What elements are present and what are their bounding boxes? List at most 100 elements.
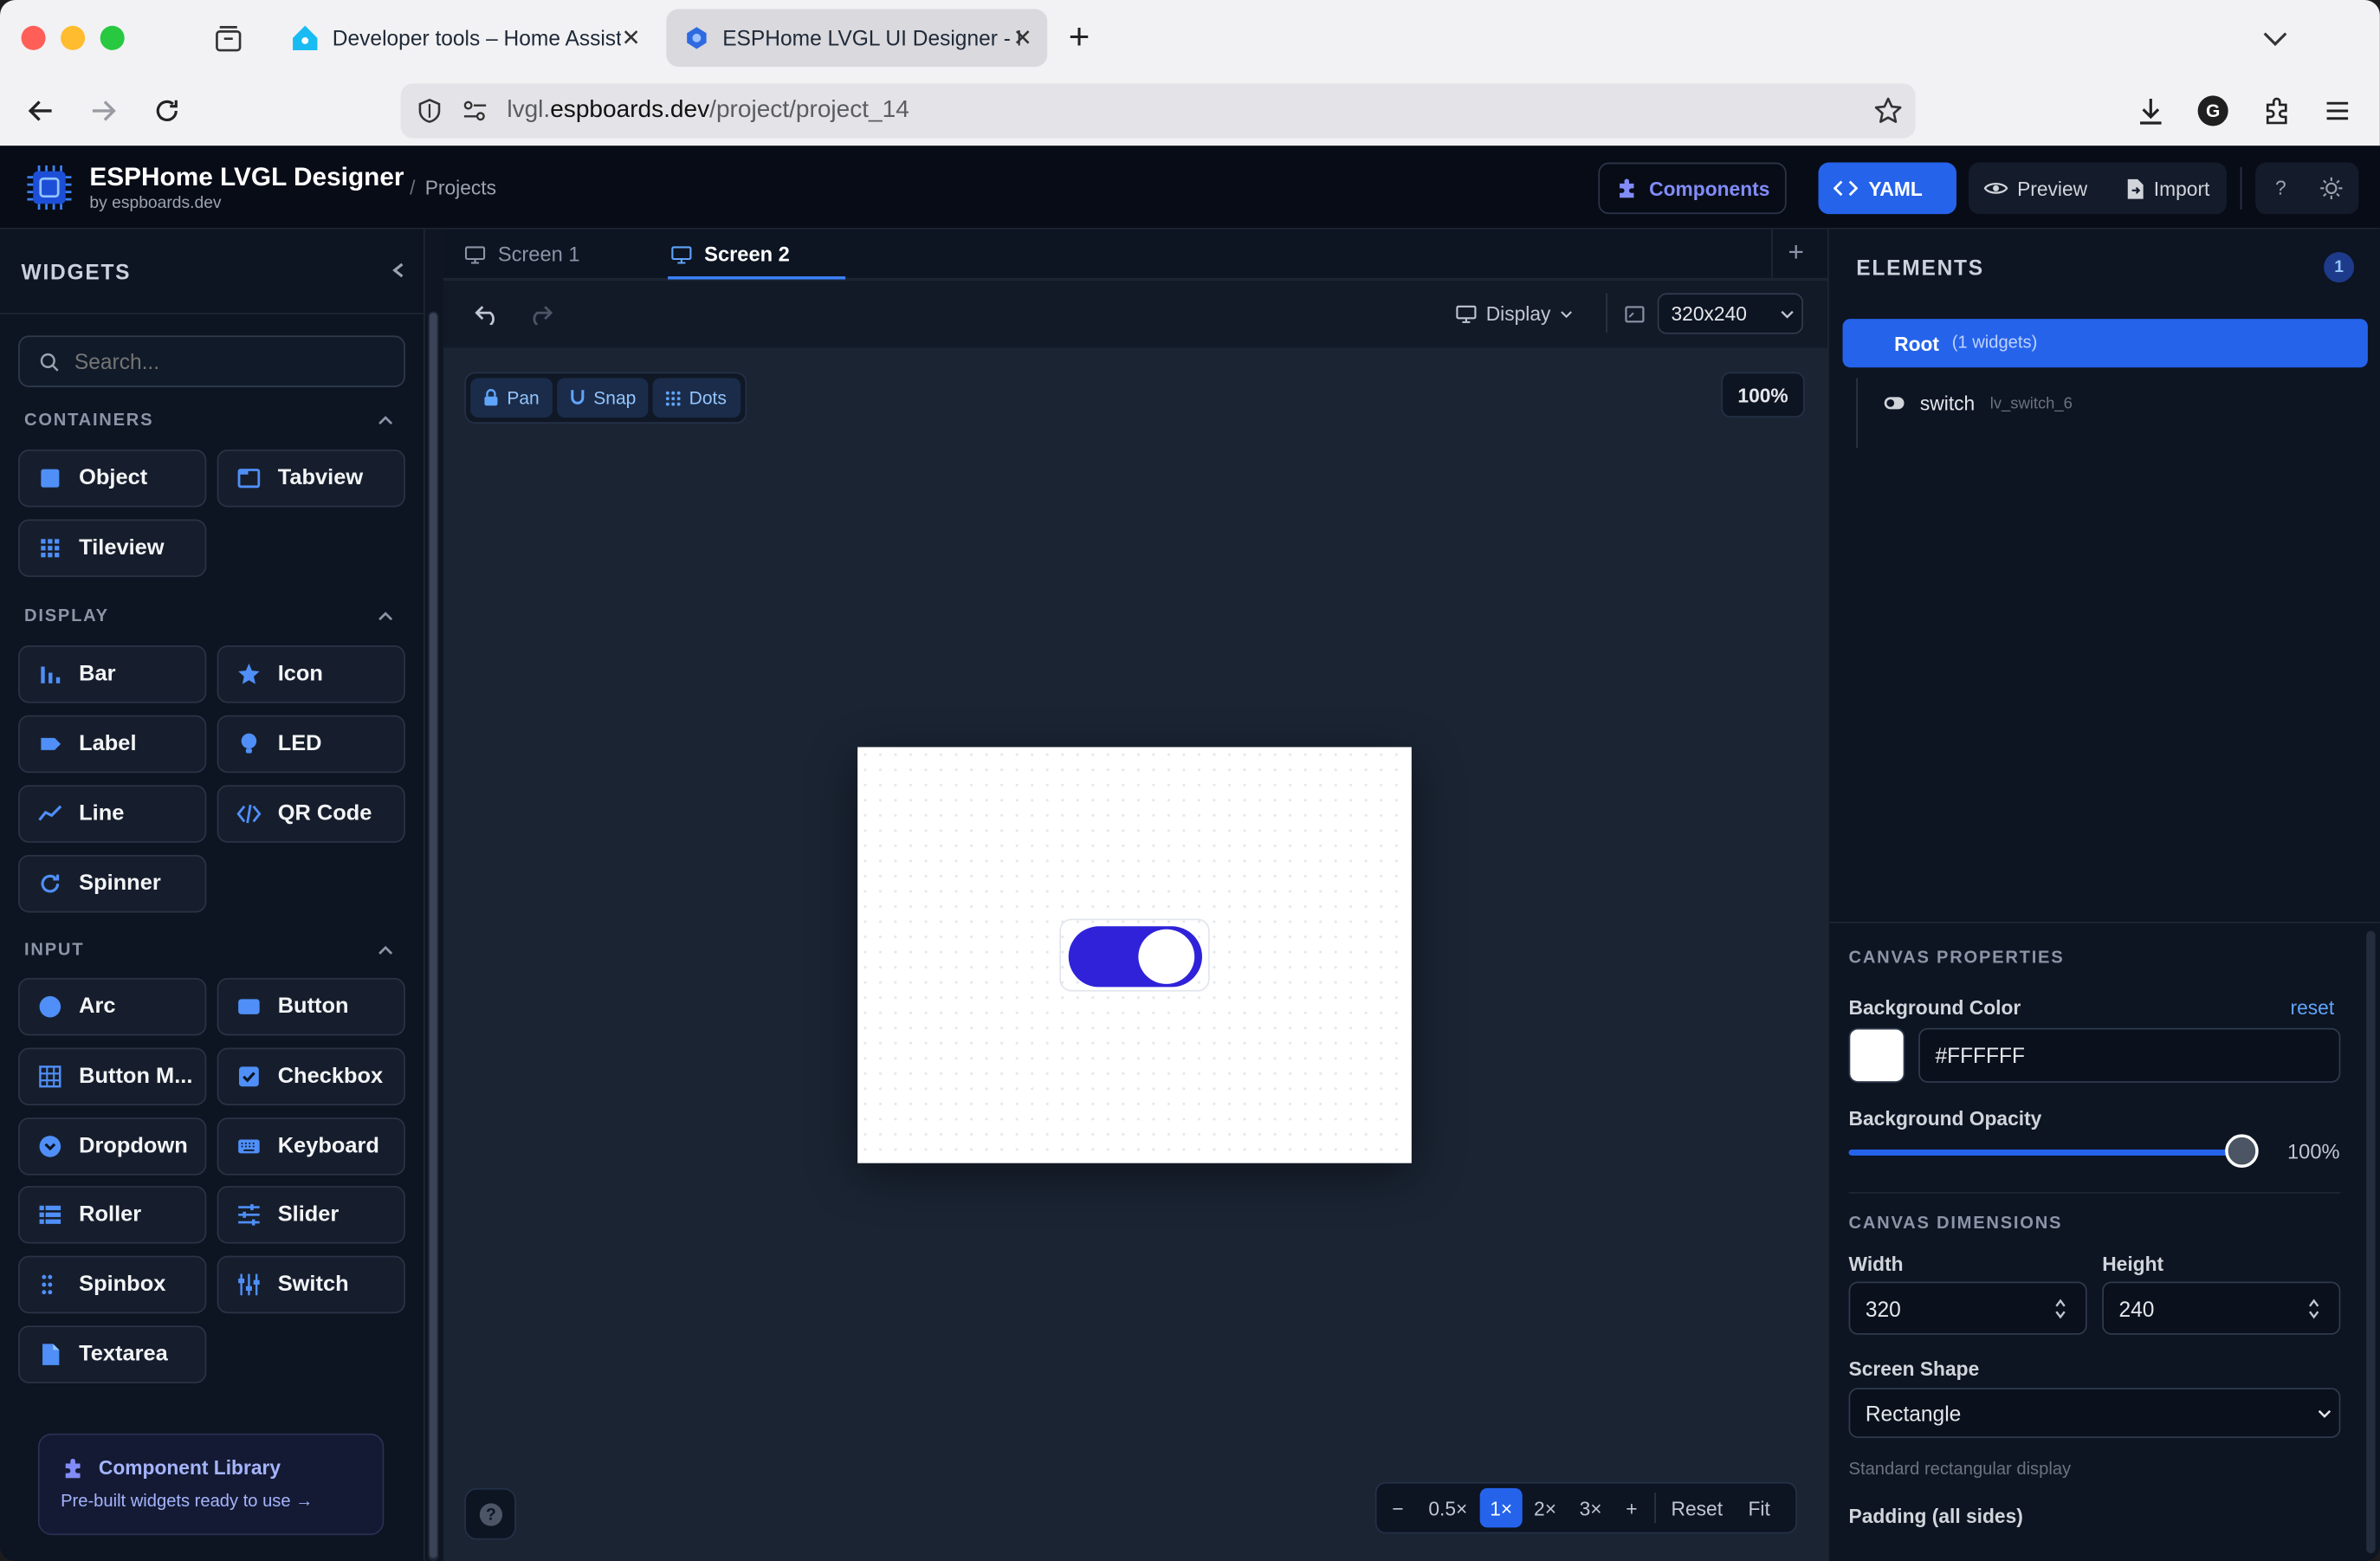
widget-led[interactable]: LED xyxy=(217,715,405,774)
widget-arc[interactable]: Arc xyxy=(18,977,207,1036)
widget-icon[interactable]: Icon xyxy=(217,644,405,703)
shield-icon[interactable] xyxy=(416,97,443,125)
site-permissions-icon[interactable] xyxy=(462,99,489,123)
widget-button-matrix[interactable]: Button M... xyxy=(18,1047,207,1106)
widget-button[interactable]: Button xyxy=(217,977,405,1036)
help-button[interactable]: ? xyxy=(2275,176,2286,198)
widget-dropdown[interactable]: Dropdown xyxy=(18,1117,207,1176)
browser-tab-lvgl-designer[interactable]: ESPHome LVGL UI Designer - Free ✕ xyxy=(666,9,1048,68)
collapse-sidebar-icon[interactable] xyxy=(390,261,408,279)
widget-line[interactable]: Line xyxy=(18,785,207,843)
zoom-0-5x-button[interactable]: 0.5× xyxy=(1420,1488,1475,1528)
device-screen[interactable] xyxy=(857,747,1412,1163)
extensions-puzzle-icon[interactable] xyxy=(2261,95,2292,126)
elements-title: ELEMENTS xyxy=(1856,255,1984,280)
zoom-fit-button[interactable]: Fit xyxy=(1738,1488,1781,1528)
tree-root-row[interactable]: Root (1 widgets) xyxy=(1842,319,2368,368)
widget-object[interactable]: Object xyxy=(18,449,207,508)
maximize-window-button[interactable] xyxy=(100,25,125,50)
line-icon xyxy=(38,805,62,821)
bg-color-swatch[interactable] xyxy=(1848,1027,1905,1083)
section-collapse-chevron-icon[interactable] xyxy=(378,944,393,956)
zoom-2x-button[interactable]: 2× xyxy=(1525,1488,1565,1528)
bg-opacity-slider-track[interactable] xyxy=(1848,1134,2259,1168)
zoom-3x-button[interactable]: 3× xyxy=(1571,1488,1611,1528)
forward-arrow-icon[interactable] xyxy=(88,95,119,126)
widget-label-item[interactable]: Label xyxy=(18,715,207,774)
yaml-button[interactable]: YAML xyxy=(1818,162,1956,215)
resolution-value: 320x240 xyxy=(1671,301,1747,326)
back-arrow-icon[interactable] xyxy=(26,95,56,126)
screen-shape-select[interactable]: Rectangle xyxy=(1848,1388,2341,1438)
stepper-icon[interactable] xyxy=(2307,1297,2321,1321)
search-input[interactable] xyxy=(74,346,378,377)
widget-bar[interactable]: Bar xyxy=(18,644,207,703)
widget-textarea[interactable]: Textarea xyxy=(18,1325,207,1383)
close-tab-icon[interactable]: ✕ xyxy=(1013,24,1032,52)
help-float-button[interactable]: ? xyxy=(464,1487,516,1540)
close-tab-icon[interactable]: ✕ xyxy=(622,24,641,52)
bookmark-star-icon[interactable] xyxy=(1873,95,1904,126)
widget-roller[interactable]: Roller xyxy=(18,1186,207,1244)
breadcrumb-projects[interactable]: Projects xyxy=(425,176,496,198)
width-input[interactable]: 320 xyxy=(1848,1281,2087,1335)
widget-label: Tabview xyxy=(277,466,364,491)
url-text: lvgl.espboards.dev/project/project_14 xyxy=(507,97,909,125)
import-button[interactable]: Import xyxy=(2116,177,2209,200)
tab-screen-2[interactable]: Screen 2 xyxy=(671,230,790,280)
reload-icon[interactable] xyxy=(152,95,182,126)
switch-widget-selection[interactable] xyxy=(1059,918,1210,992)
undo-icon[interactable] xyxy=(475,304,500,326)
widget-switch[interactable]: Switch xyxy=(217,1255,405,1314)
widget-slider[interactable]: Slider xyxy=(217,1186,405,1244)
menu-hamburger-icon[interactable] xyxy=(2324,97,2351,125)
preview-button[interactable]: Preview xyxy=(1969,177,2105,200)
widget-spinner[interactable]: Spinner xyxy=(18,854,207,913)
browser-tab-home-assistant[interactable]: Developer tools – Home Assistant ✕ xyxy=(273,10,656,68)
tab-overview-icon[interactable] xyxy=(214,24,243,53)
zoom-in-button[interactable]: + xyxy=(1616,1488,1646,1528)
reset-link[interactable]: reset xyxy=(2291,996,2335,1019)
display-selector[interactable]: Display xyxy=(1456,302,1572,325)
section-collapse-chevron-icon[interactable] xyxy=(378,415,393,427)
stepper-icon[interactable] xyxy=(2053,1297,2067,1321)
height-input[interactable]: 240 xyxy=(2102,1281,2341,1335)
tree-item-switch[interactable]: switch lv_switch_6 xyxy=(1884,392,2073,415)
widget-qr-code[interactable]: QR Code xyxy=(217,785,405,843)
pan-toggle[interactable]: Pan xyxy=(470,378,553,418)
bg-opacity-slider-knob[interactable] xyxy=(2225,1134,2259,1168)
widget-search[interactable] xyxy=(18,335,405,387)
dots-icon xyxy=(42,1274,53,1295)
divider xyxy=(0,313,425,314)
component-library-card[interactable]: Component Library Pre-built widgets read… xyxy=(37,1433,385,1536)
address-bar[interactable]: lvgl.espboards.dev/project/project_14 xyxy=(400,83,1916,139)
profile-avatar[interactable]: G xyxy=(2197,95,2228,126)
components-button[interactable]: Components xyxy=(1598,162,1787,215)
switch-widget-knob[interactable] xyxy=(1138,929,1195,984)
tab-screen-1[interactable]: Screen 1 xyxy=(464,230,580,280)
widget-tileview[interactable]: Tileview xyxy=(18,519,207,578)
widget-spinbox[interactable]: Spinbox xyxy=(18,1255,207,1314)
dots-toggle[interactable]: Dots xyxy=(652,378,741,418)
zoom-1x-button[interactable]: 1× xyxy=(1479,1487,1523,1528)
close-window-button[interactable] xyxy=(21,25,46,50)
sidebar-scrollbar-thumb[interactable] xyxy=(429,313,437,1558)
section-collapse-chevron-icon[interactable] xyxy=(378,611,393,623)
minimize-window-button[interactable] xyxy=(61,25,86,50)
resolution-select[interactable]: 320x240 xyxy=(1657,293,1803,334)
tabview-icon xyxy=(237,469,261,489)
widget-checkbox[interactable]: Checkbox xyxy=(217,1047,405,1106)
properties-scrollbar-thumb[interactable] xyxy=(2366,930,2376,1554)
snap-toggle[interactable]: Snap xyxy=(557,378,649,418)
zoom-out-button[interactable]: − xyxy=(1383,1488,1413,1528)
redo-icon[interactable] xyxy=(528,304,553,326)
theme-toggle-icon[interactable] xyxy=(2319,176,2344,200)
add-screen-button[interactable]: + xyxy=(1788,236,1803,269)
new-tab-button[interactable]: + xyxy=(1069,16,1090,59)
download-icon[interactable] xyxy=(2136,95,2166,126)
bg-color-input[interactable]: #FFFFFF xyxy=(1918,1027,2341,1083)
tab-list-chevron-icon[interactable] xyxy=(2261,28,2289,49)
widget-keyboard[interactable]: Keyboard xyxy=(217,1117,405,1176)
zoom-reset-button[interactable]: Reset xyxy=(1665,1488,1729,1528)
widget-tabview[interactable]: Tabview xyxy=(217,449,405,508)
